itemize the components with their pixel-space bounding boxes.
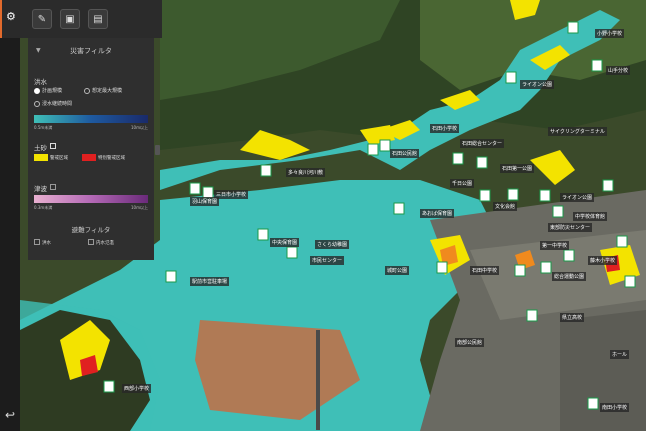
landslide-special-swatch	[82, 154, 96, 161]
shelter-marker-icon[interactable]	[539, 189, 551, 202]
flood-option-planned[interactable]: 計画規模	[34, 87, 62, 94]
landslide-special-label: 特別警戒区域	[98, 156, 125, 161]
map-label[interactable]: ライオン公園	[560, 193, 595, 202]
tsunami-checkbox[interactable]	[50, 184, 56, 190]
map-label[interactable]: 多々良川河川敷	[286, 168, 326, 177]
map-label[interactable]: 三日市小学校	[214, 190, 249, 199]
landslide-warning-swatch	[34, 154, 48, 161]
flood-section-label: 洪水	[34, 78, 47, 86]
tsunami-scale-max: 10m以上	[131, 205, 148, 210]
shelter-marker-icon[interactable]	[514, 264, 526, 277]
shelter-marker-icon[interactable]	[505, 71, 517, 84]
panel-title: 災害フィルタ	[70, 47, 112, 55]
map-label[interactable]: 石田小学校	[430, 124, 460, 133]
map-label[interactable]: 小野小学校	[595, 29, 625, 38]
map-label[interactable]: 石田総合センター	[460, 139, 505, 148]
map-label[interactable]: 南田小学校	[600, 403, 630, 412]
map-label[interactable]: 第一中学校	[540, 241, 570, 250]
map-label[interactable]: さくら幼稚園	[315, 240, 350, 249]
map-label[interactable]: あおば保育園	[420, 209, 455, 218]
shelter-marker-icon[interactable]	[103, 380, 115, 393]
person-settings-icon[interactable]: ⚙	[6, 10, 16, 23]
map-label[interactable]: 市民センター	[310, 256, 345, 265]
shelter-marker-icon[interactable]	[587, 397, 599, 410]
shelter-marker-icon[interactable]	[367, 143, 379, 156]
panel-resize-handle[interactable]	[155, 145, 160, 155]
map-label[interactable]: 中央保育園	[270, 238, 300, 247]
map-label[interactable]: 西部小学校	[122, 384, 152, 393]
map-label[interactable]: 県立高校	[560, 313, 585, 322]
flood-scale-max: 10m以上	[131, 125, 148, 130]
shelter-marker-icon[interactable]	[624, 275, 636, 288]
map-label[interactable]: 千日公園	[450, 179, 475, 188]
shelter-marker-icon[interactable]	[602, 179, 614, 192]
disaster-filter-panel: ▼ 災害フィルタ 洪水 計画規模 想定最大規模 浸水継続時間 0.5m未満 10m…	[28, 38, 154, 260]
flood-option-duration[interactable]: 浸水継続時間	[34, 100, 72, 107]
shelter-marker-icon[interactable]	[260, 164, 272, 177]
menu-tab-active[interactable]: ⚙	[0, 0, 20, 38]
left-toolbar: ⚙ ↩	[0, 0, 20, 431]
map-label[interactable]: 藤木小学校	[588, 256, 618, 265]
shelter-marker-icon[interactable]	[257, 228, 269, 241]
shelter-marker-icon[interactable]	[616, 235, 628, 248]
edit-icon[interactable]: ✎	[32, 9, 52, 29]
landslide-warning-label: 警戒区域	[50, 156, 68, 161]
shelter-inland-label: 内水氾濫	[96, 241, 114, 246]
shelter-marker-icon[interactable]	[436, 261, 448, 274]
map-label[interactable]: 石田第一公園	[500, 164, 535, 173]
map-label[interactable]: ライオン公園	[520, 80, 555, 89]
map-label[interactable]: サイクリングターミナル	[548, 127, 607, 136]
shelter-marker-icon[interactable]	[286, 246, 298, 259]
shelter-marker-icon[interactable]	[165, 270, 177, 283]
shelter-marker-icon[interactable]	[563, 249, 575, 262]
map-label[interactable]: 南部公民館	[455, 338, 485, 347]
flood-option-max[interactable]: 想定最大規模	[84, 87, 122, 94]
shelter-marker-icon[interactable]	[452, 152, 464, 165]
shelter-marker-icon[interactable]	[393, 202, 405, 215]
map-label[interactable]: 石田公民館	[390, 149, 420, 158]
shelter-inland-checkbox[interactable]	[88, 239, 94, 245]
map-label[interactable]: 駅前市営駐車場	[190, 277, 230, 286]
shelter-marker-icon[interactable]	[591, 59, 603, 72]
map-label[interactable]: 石田中学校	[470, 266, 500, 275]
shelter-flood-checkbox[interactable]	[34, 239, 40, 245]
map-label[interactable]: 山手分校	[606, 66, 631, 75]
shelter-marker-icon[interactable]	[567, 21, 579, 34]
tsunami-scale-min: 0.3m未満	[34, 205, 53, 210]
shelter-marker-icon[interactable]	[379, 139, 391, 152]
shelter-marker-icon[interactable]	[540, 261, 552, 274]
map-label[interactable]: 羽山保育園	[190, 197, 220, 206]
shelter-flood-label: 洪水	[42, 241, 51, 246]
map-label[interactable]: ホール	[610, 350, 630, 359]
tsunami-depth-scale	[34, 195, 148, 203]
shelter-marker-icon[interactable]	[479, 189, 491, 202]
map-label[interactable]: 中学校体育館	[573, 212, 608, 221]
landslide-section-label: 土砂	[34, 144, 47, 152]
map-label[interactable]: 総合運動公園	[552, 272, 587, 281]
map-label[interactable]: 文化会館	[493, 202, 518, 211]
document-icon[interactable]: ▤	[88, 9, 108, 29]
shelter-filter-title: 避難フィルタ	[71, 226, 111, 234]
flood-scale-min: 0.5m未満	[34, 125, 53, 130]
top-toolbar: ✎ ▣ ▤	[20, 0, 162, 38]
back-icon[interactable]: ↩	[2, 407, 18, 423]
shelter-marker-icon[interactable]	[476, 156, 488, 169]
shelter-marker-icon[interactable]	[552, 205, 564, 218]
shelter-marker-icon[interactable]	[507, 188, 519, 201]
photo-icon[interactable]: ▣	[60, 9, 80, 29]
map-label[interactable]: 東部防災センター	[548, 223, 593, 232]
flood-depth-scale	[34, 115, 148, 123]
tsunami-section-label: 津波	[34, 185, 47, 193]
shelter-marker-icon[interactable]	[189, 182, 201, 195]
shelter-marker-icon[interactable]	[526, 309, 538, 322]
landslide-checkbox[interactable]	[50, 143, 56, 149]
map-label[interactable]: 城町公園	[385, 266, 410, 275]
